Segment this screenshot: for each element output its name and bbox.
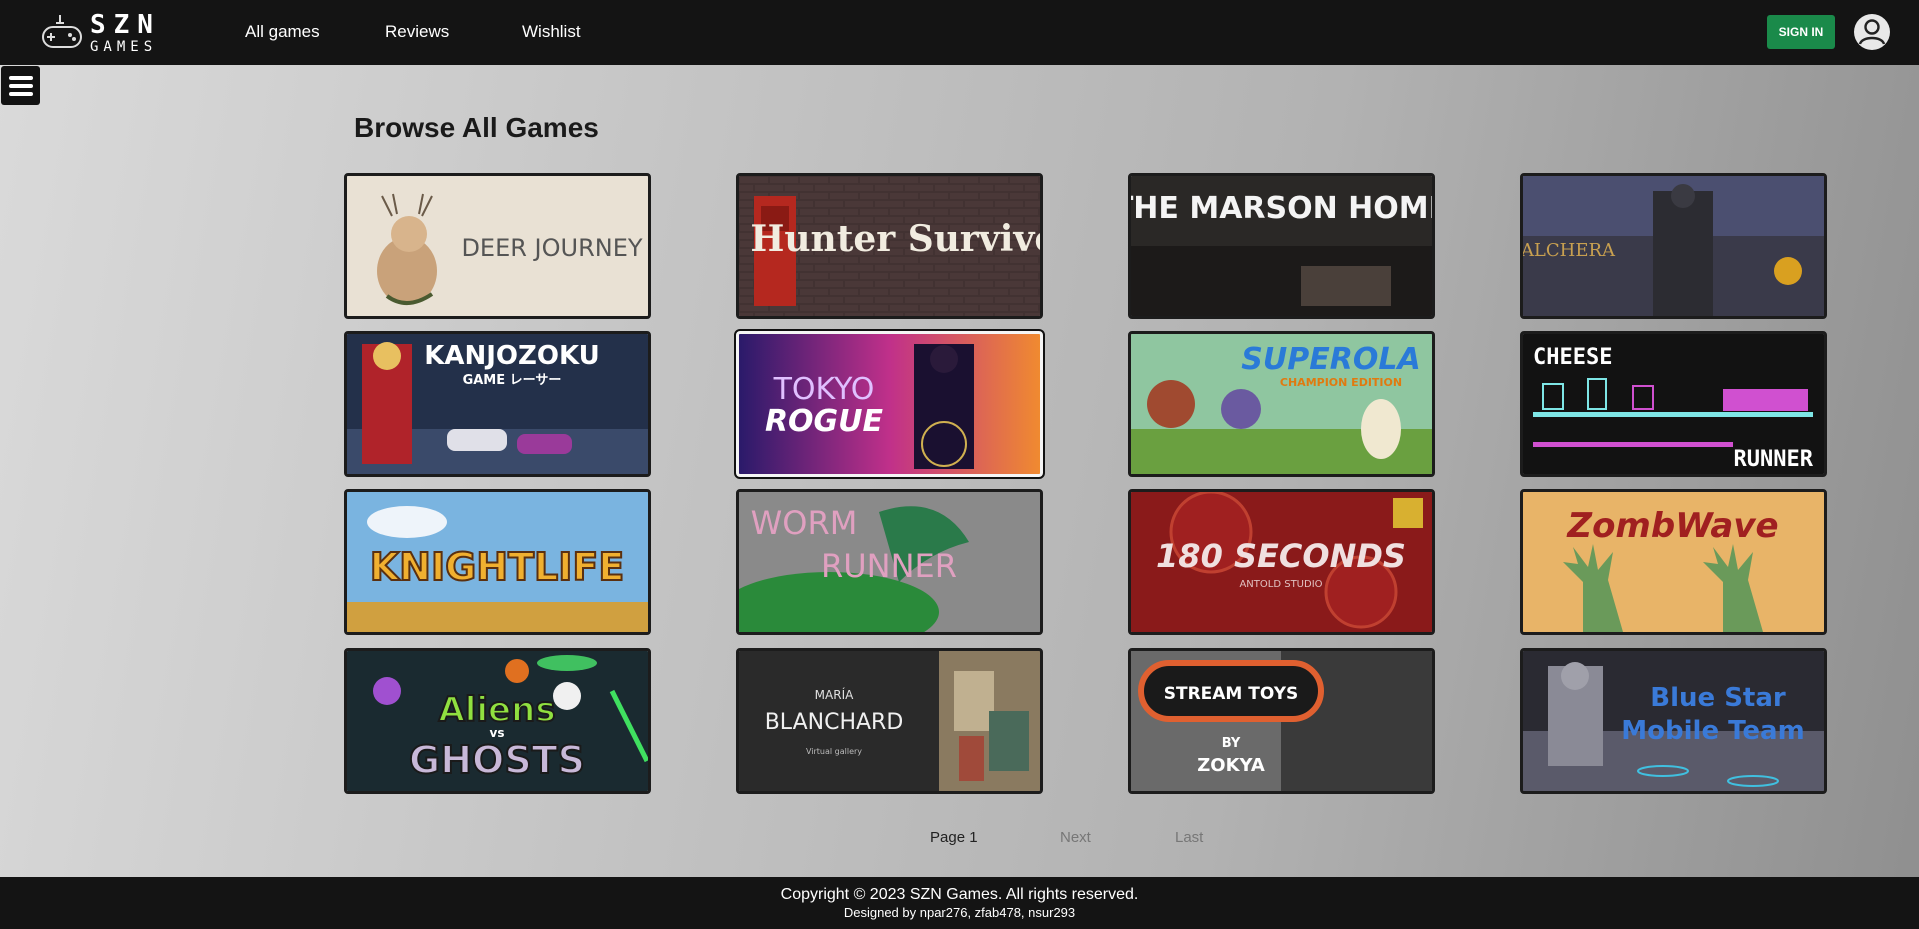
user-avatar-icon[interactable] — [1853, 13, 1891, 51]
card-caption: Virtual gallery — [806, 747, 862, 756]
card-subtitle: CHAMPION EDITION — [1280, 376, 1402, 389]
nav-wishlist[interactable]: Wishlist — [522, 22, 581, 42]
card-caption: ZOKYA — [1197, 755, 1265, 776]
nav-all-games[interactable]: All games — [245, 22, 320, 42]
game-card-aliens-vs-ghosts[interactable]: Aliens vs GHOSTS — [344, 648, 651, 794]
card-title: TOKYO — [773, 372, 875, 407]
game-card-worm-runner[interactable]: WORM RUNNER — [736, 489, 1043, 635]
card-title: KANJOZOKU — [424, 341, 600, 371]
card-subtitle: BY — [1222, 736, 1241, 751]
game-card-cheese-runner[interactable]: CHEESE RUNNER — [1520, 331, 1827, 477]
card-title: WORM — [751, 504, 858, 542]
logo-subtitle: GAMES — [90, 39, 158, 55]
card-subtitle: ROGUE — [765, 404, 884, 439]
pagination-current-page: Page 1 — [930, 829, 978, 846]
pagination-next[interactable]: Next — [1060, 829, 1091, 846]
nav-reviews[interactable]: Reviews — [385, 22, 449, 42]
footer-copyright: Copyright © 2023 SZN Games. All rights r… — [780, 886, 1139, 903]
logo-title: SZN — [90, 10, 161, 40]
card-subtitle: ANTOLD STUDIO — [1239, 579, 1322, 590]
card-title: DEER JOURNEY — [461, 234, 642, 262]
footer-credit: Designed by npar276, zfab478, nsur293 — [843, 905, 1076, 920]
card-title: THE MARSON HOME — [1131, 191, 1432, 226]
footer: Copyright © 2023 SZN Games. All rights r… — [0, 877, 1919, 929]
gamepad-icon — [42, 15, 82, 48]
game-card-hunter-survivors[interactable]: Hunter Survivors — [736, 173, 1043, 319]
card-title: ZombWave — [1566, 506, 1778, 546]
game-card-tokyo-rogue[interactable]: TOKYO ROGUE — [734, 329, 1045, 479]
card-subtitle: GHOSTS — [409, 738, 585, 782]
card-title: SUPEROLA — [1241, 342, 1420, 377]
card-title: KNIGHTLIFE — [370, 545, 625, 589]
page-title: Browse All Games — [354, 112, 599, 143]
game-card-superola[interactable]: SUPEROLA CHAMPION EDITION — [1128, 331, 1435, 477]
sign-in-button[interactable]: SIGN IN — [1767, 15, 1835, 49]
pagination-last[interactable]: Last — [1175, 829, 1203, 846]
game-card-zombwave[interactable]: ZombWave — [1520, 489, 1827, 635]
game-card-maria-blanchard[interactable]: MARÍA BLANCHARD Virtual gallery — [736, 648, 1043, 794]
game-card-alchera[interactable]: ALCHERA — [1520, 173, 1827, 319]
game-card-knightlife[interactable]: KNIGHTLIFE — [344, 489, 651, 635]
card-title: Blue Star — [1650, 683, 1786, 713]
card-subtitle: RUNNER — [821, 547, 957, 585]
hamburger-icon — [8, 75, 33, 80]
card-title: CHEESE — [1533, 345, 1612, 370]
card-subtitle: BLANCHARD — [765, 710, 904, 735]
game-card-blue-star[interactable]: Blue Star Mobile Team — [1520, 648, 1827, 794]
game-card-180-seconds[interactable]: 180 SECONDS ANTOLD STUDIO — [1128, 489, 1435, 635]
card-subtitle: GAME レーサー — [463, 373, 562, 388]
top-navbar: SZN GAMES All games Reviews Wishlist SIG… — [0, 0, 1919, 65]
card-title: MARÍA — [815, 687, 854, 702]
game-card-deer-journey[interactable]: DEER JOURNEY — [344, 173, 651, 319]
card-title: 180 SECONDS — [1156, 537, 1406, 575]
game-card-marson-home[interactable]: THE MARSON HOME — [1128, 173, 1435, 319]
game-card-kanjozoku[interactable]: KANJOZOKU GAME レーサー — [344, 331, 651, 477]
site-logo[interactable]: SZN GAMES — [40, 5, 170, 61]
card-subtitle: Mobile Team — [1621, 716, 1804, 746]
card-title: Hunter Survivors — [750, 218, 1040, 260]
card-title: Aliens — [438, 690, 555, 730]
card-title: ALCHERA — [1523, 240, 1616, 261]
menu-toggle-button[interactable] — [1, 66, 40, 105]
card-subtitle: RUNNER — [1734, 447, 1814, 472]
card-title: STREAM TOYS — [1164, 684, 1299, 704]
game-card-stream-toys[interactable]: STREAM TOYS BY ZOKYA — [1128, 648, 1435, 794]
